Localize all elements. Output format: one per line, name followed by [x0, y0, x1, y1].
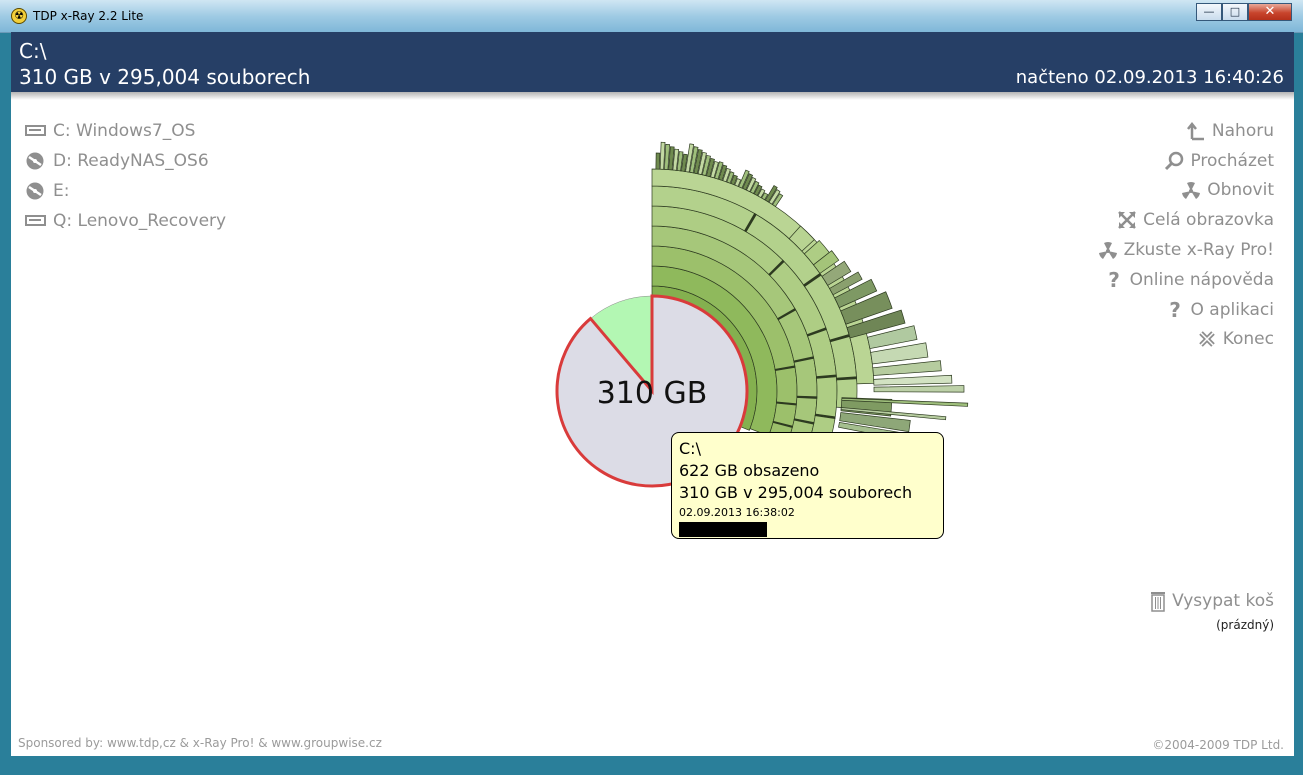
menu-item-label: Obnovit — [1207, 180, 1274, 201]
menu-item-online-help[interactable]: ? Online nápověda — [1098, 265, 1274, 295]
center-size-label: 310 GB — [597, 376, 708, 411]
hard-drive-icon — [25, 121, 47, 141]
radiation-icon — [1098, 240, 1118, 260]
drive-item-c[interactable]: C: Windows7_OS — [25, 116, 226, 146]
hard-drive-icon — [25, 211, 47, 231]
current-path: C:\ — [19, 39, 47, 63]
empty-trash-button[interactable]: Vysypat koš — [1150, 590, 1274, 612]
menu-item-fullscreen[interactable]: Celá obrazovka — [1098, 205, 1274, 235]
copyright-text: ©2004-2009 TDP Ltd. — [1152, 738, 1284, 752]
sponsored-text: Sponsored by: www.tdp,cz & x-Ray Pro! & … — [18, 736, 382, 750]
header-bar: C:\ 310 GB v 295,004 souborech načteno 0… — [11, 32, 1294, 92]
action-menu: Nahoru Procházet Obnovit Celá obrazovka … — [1098, 116, 1274, 354]
tooltip-summary: 310 GB v 295,004 souborech — [679, 483, 913, 502]
network-drive-icon — [25, 181, 47, 201]
question-icon: ? — [1104, 268, 1124, 292]
fullscreen-icon — [1117, 210, 1137, 230]
menu-item-try-pro[interactable]: Zkuste x-Ray Pro! — [1098, 235, 1274, 265]
svg-text:?: ? — [1108, 270, 1120, 290]
minimize-button[interactable]: — — [1196, 3, 1222, 21]
menu-item-label: Zkuste x-Ray Pro! — [1123, 240, 1274, 261]
title-bar[interactable]: ☢ TDP x-Ray 2.2 Lite — □ ✕ — [0, 0, 1303, 33]
drive-item-d[interactable]: D: ReadyNAS_OS6 — [25, 146, 226, 176]
drive-item-q[interactable]: Q: Lenovo_Recovery — [25, 206, 226, 236]
menu-item-up[interactable]: Nahoru — [1098, 116, 1274, 146]
svg-text:?: ? — [1169, 300, 1181, 320]
tooltip-contains: 622 GB obsazeno — [679, 461, 820, 480]
drive-name: Lenovo_Recovery — [77, 211, 227, 231]
drive-letter: D: — [53, 151, 72, 171]
question-icon: ? — [1165, 298, 1185, 322]
folder-segment[interactable] — [655, 152, 661, 170]
menu-item-exit[interactable]: Konec — [1098, 325, 1274, 355]
size-summary: 310 GB v 295,004 souborech — [19, 65, 311, 89]
menu-item-label: Online nápověda — [1129, 269, 1274, 290]
menu-item-label: Konec — [1222, 329, 1274, 350]
menu-item-browse[interactable]: Procházet — [1098, 146, 1274, 176]
tooltip-progress-bar — [679, 522, 767, 537]
drive-name: Windows7_OS — [76, 121, 196, 141]
main-content: 310 GB C: Windows7_OS D: ReadyNAS_OS6 E:… — [11, 92, 1294, 756]
window-title: TDP x-Ray 2.2 Lite — [33, 9, 144, 23]
trash-icon — [1150, 590, 1166, 612]
arrow-up-icon — [1186, 121, 1206, 141]
magnifier-icon — [1164, 151, 1184, 171]
menu-item-label: O aplikaci — [1190, 299, 1274, 320]
folder-segment[interactable] — [873, 385, 965, 393]
trash-panel: Vysypat koš (prázdný) — [1150, 590, 1274, 632]
loaded-timestamp: načteno 02.09.2013 16:40:26 — [1015, 67, 1284, 88]
drive-list: C: Windows7_OS D: ReadyNAS_OS6 E: Q: Len… — [25, 116, 226, 236]
drive-letter: E: — [53, 181, 70, 201]
close-button[interactable]: ✕ — [1248, 3, 1292, 21]
tooltip-path: C:\ — [679, 439, 701, 458]
drive-name: ReadyNAS_OS6 — [77, 151, 209, 171]
app-radiation-icon: ☢ — [11, 8, 27, 24]
info-tooltip: C:\ 622 GB obsazeno 310 GB v 295,004 sou… — [671, 432, 944, 539]
drive-letter: Q: — [53, 211, 73, 231]
trash-status: (prázdný) — [1216, 618, 1274, 632]
menu-item-about[interactable]: ? O aplikaci — [1098, 295, 1274, 325]
drive-item-e[interactable]: E: — [25, 176, 226, 206]
radiation-icon — [1181, 180, 1201, 200]
tooltip-date: 02.09.2013 16:38:02 — [679, 506, 795, 519]
folder-segment[interactable] — [873, 374, 953, 386]
menu-item-label: Celá obrazovka — [1143, 210, 1274, 231]
menu-item-refresh[interactable]: Obnovit — [1098, 176, 1274, 206]
close-x-icon — [1197, 329, 1217, 349]
network-drive-icon — [25, 151, 47, 171]
drive-letter: C: — [53, 121, 71, 141]
menu-item-label: Nahoru — [1211, 120, 1274, 141]
window-controls: — □ ✕ — [1196, 3, 1292, 21]
trash-label: Vysypat koš — [1172, 591, 1274, 611]
menu-item-label: Procházet — [1190, 150, 1274, 171]
maximize-button[interactable]: □ — [1222, 3, 1248, 21]
